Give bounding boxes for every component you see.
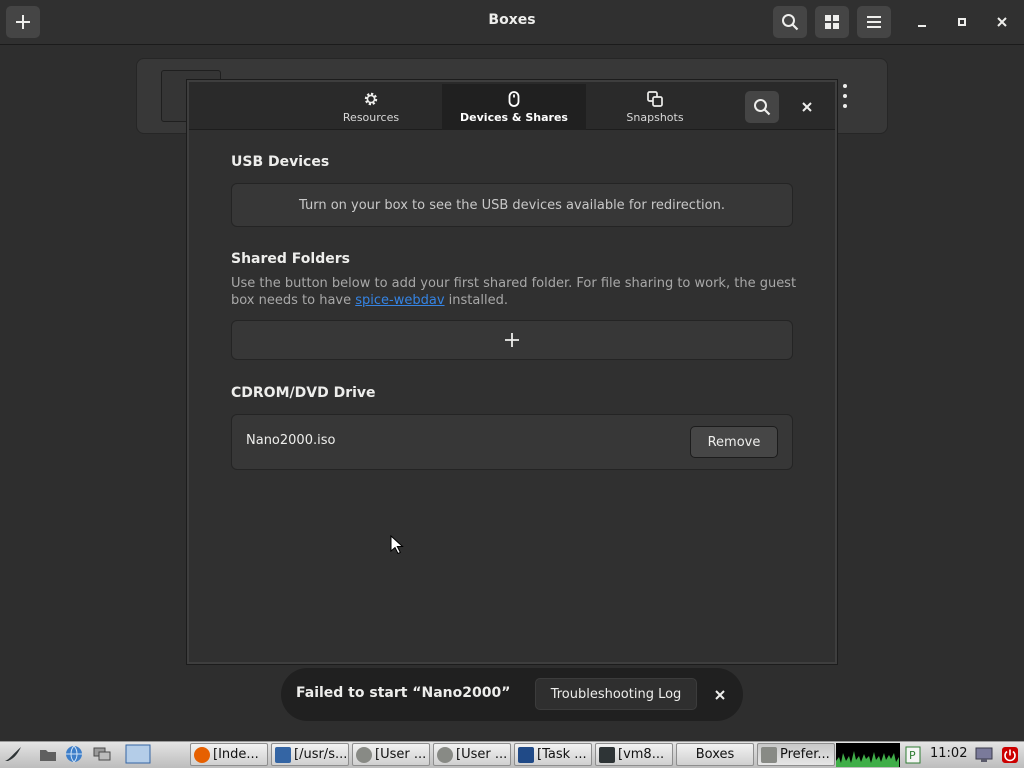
more-dot xyxy=(843,104,847,108)
task-label: [Task ... xyxy=(537,747,587,762)
box-menu-button[interactable] xyxy=(836,84,854,108)
minimize-icon xyxy=(918,25,926,27)
workspace-icon xyxy=(125,744,151,764)
gear-icon xyxy=(364,92,378,106)
workspace-pager[interactable] xyxy=(125,744,151,764)
close-icon xyxy=(715,690,725,700)
globe-icon xyxy=(66,745,82,763)
user-settings-icon xyxy=(437,746,453,763)
main-menu-button[interactable] xyxy=(857,6,891,38)
toast-message: Failed to start “Nano2000” xyxy=(296,685,511,701)
shared-desc-text-end: installed. xyxy=(444,293,508,308)
search-icon xyxy=(754,99,771,116)
dialog-search-button[interactable] xyxy=(745,91,779,123)
tab-label: Resources xyxy=(342,111,400,124)
usb-devices-panel: Turn on your box to see the USB devices … xyxy=(231,183,793,227)
task-label: Prefer... xyxy=(780,747,830,762)
usb-devices-title: USB Devices xyxy=(231,154,330,170)
clipboard-indicator[interactable]: P xyxy=(903,745,923,765)
dialog-header: Resources Devices & Shares Snapshots xyxy=(189,82,835,130)
more-dot xyxy=(843,84,847,88)
show-desktop-button[interactable] xyxy=(92,744,112,764)
mouse-cursor-icon xyxy=(390,535,404,555)
task-label: [User ... xyxy=(375,747,427,762)
add-button-content xyxy=(232,321,792,359)
terminal-icon xyxy=(599,746,615,763)
view-toggle-button[interactable] xyxy=(815,6,849,38)
browser-launcher[interactable] xyxy=(64,744,84,764)
task-label: [vm8... xyxy=(618,747,665,762)
taskbar-item[interactable]: [User ... xyxy=(352,743,430,766)
lock-screen-button[interactable] xyxy=(974,745,994,765)
search-icon xyxy=(782,14,799,31)
window-app-icon xyxy=(275,746,291,763)
monitor-lock-icon xyxy=(975,747,993,762)
task-label: Boxes xyxy=(695,747,735,762)
tab-label: Devices & Shares xyxy=(460,111,568,124)
add-shared-folder-button[interactable] xyxy=(231,320,793,360)
mouse-icon xyxy=(508,91,520,107)
usb-message: Turn on your box to see the USB devices … xyxy=(299,197,725,213)
taskbar-item[interactable]: [Task ... xyxy=(514,743,592,766)
task-label: [/usr/s... xyxy=(294,747,348,762)
svg-text:P: P xyxy=(909,749,916,762)
taskbar-item-boxes[interactable]: Boxes xyxy=(676,743,754,766)
maximize-icon xyxy=(958,18,966,26)
taskbar-item[interactable]: [Inde... xyxy=(190,743,268,766)
user-settings-icon xyxy=(356,746,372,763)
spice-webdav-link[interactable]: spice-webdav xyxy=(355,293,444,308)
close-window-button[interactable] xyxy=(985,6,1019,38)
close-icon xyxy=(802,102,812,112)
boxes-app-icon xyxy=(761,746,777,763)
windows-icon xyxy=(93,747,111,761)
plus-icon xyxy=(505,333,519,347)
hamburger-icon xyxy=(867,16,881,28)
header-bar: Boxes xyxy=(0,0,1024,45)
maximize-button[interactable] xyxy=(945,6,979,38)
task-label: [User ... xyxy=(456,747,508,762)
grid-icon xyxy=(825,15,839,29)
logout-button[interactable] xyxy=(1000,745,1020,765)
power-icon xyxy=(1002,747,1018,763)
taskbar-item[interactable]: [vm8... xyxy=(595,743,673,766)
snapshots-icon xyxy=(647,91,663,107)
cpu-monitor-graph xyxy=(836,743,900,767)
tab-resources[interactable]: Resources xyxy=(299,84,443,130)
start-menu-icon xyxy=(5,747,21,761)
dialog-close-button[interactable] xyxy=(795,95,819,119)
taskbar-item[interactable]: [/usr/s... xyxy=(271,743,349,766)
tab-label: Snapshots xyxy=(626,111,684,124)
folder-icon xyxy=(40,750,56,761)
toast-close-button[interactable] xyxy=(709,684,731,706)
task-label: [Inde... xyxy=(213,747,259,762)
shared-folders-title: Shared Folders xyxy=(231,251,350,267)
remove-button[interactable]: Remove xyxy=(690,426,778,458)
error-toast: Failed to start “Nano2000” Troubleshooti… xyxy=(281,668,743,721)
taskbar-item-preferences[interactable]: Prefer... xyxy=(757,743,835,766)
shared-folders-description: Use the button below to add your first s… xyxy=(231,275,801,309)
task-manager-icon xyxy=(518,746,534,763)
taskbar-clock[interactable]: 11:02 xyxy=(930,746,967,761)
more-dot xyxy=(843,94,847,98)
cdrom-file-name: Nano2000.iso xyxy=(246,433,336,448)
shared-desc-text: Use the button below to add your first s… xyxy=(231,276,797,308)
clipboard-icon: P xyxy=(905,746,921,764)
minimize-button[interactable] xyxy=(905,6,939,38)
preferences-dialog: Resources Devices & Shares Snapshots USB… xyxy=(186,79,838,665)
close-icon xyxy=(997,17,1007,27)
cdrom-panel: Nano2000.iso Remove xyxy=(231,414,793,470)
tab-devices-shares[interactable]: Devices & Shares xyxy=(442,84,586,130)
tab-snapshots[interactable]: Snapshots xyxy=(586,84,724,130)
search-button[interactable] xyxy=(773,6,807,38)
firefox-icon xyxy=(194,746,210,763)
troubleshooting-log-button[interactable]: Troubleshooting Log xyxy=(535,678,697,710)
start-menu-button[interactable] xyxy=(3,744,23,764)
cdrom-title: CDROM/DVD Drive xyxy=(231,385,376,401)
file-manager-launcher[interactable] xyxy=(38,744,58,764)
taskbar-item[interactable]: [User ... xyxy=(433,743,511,766)
